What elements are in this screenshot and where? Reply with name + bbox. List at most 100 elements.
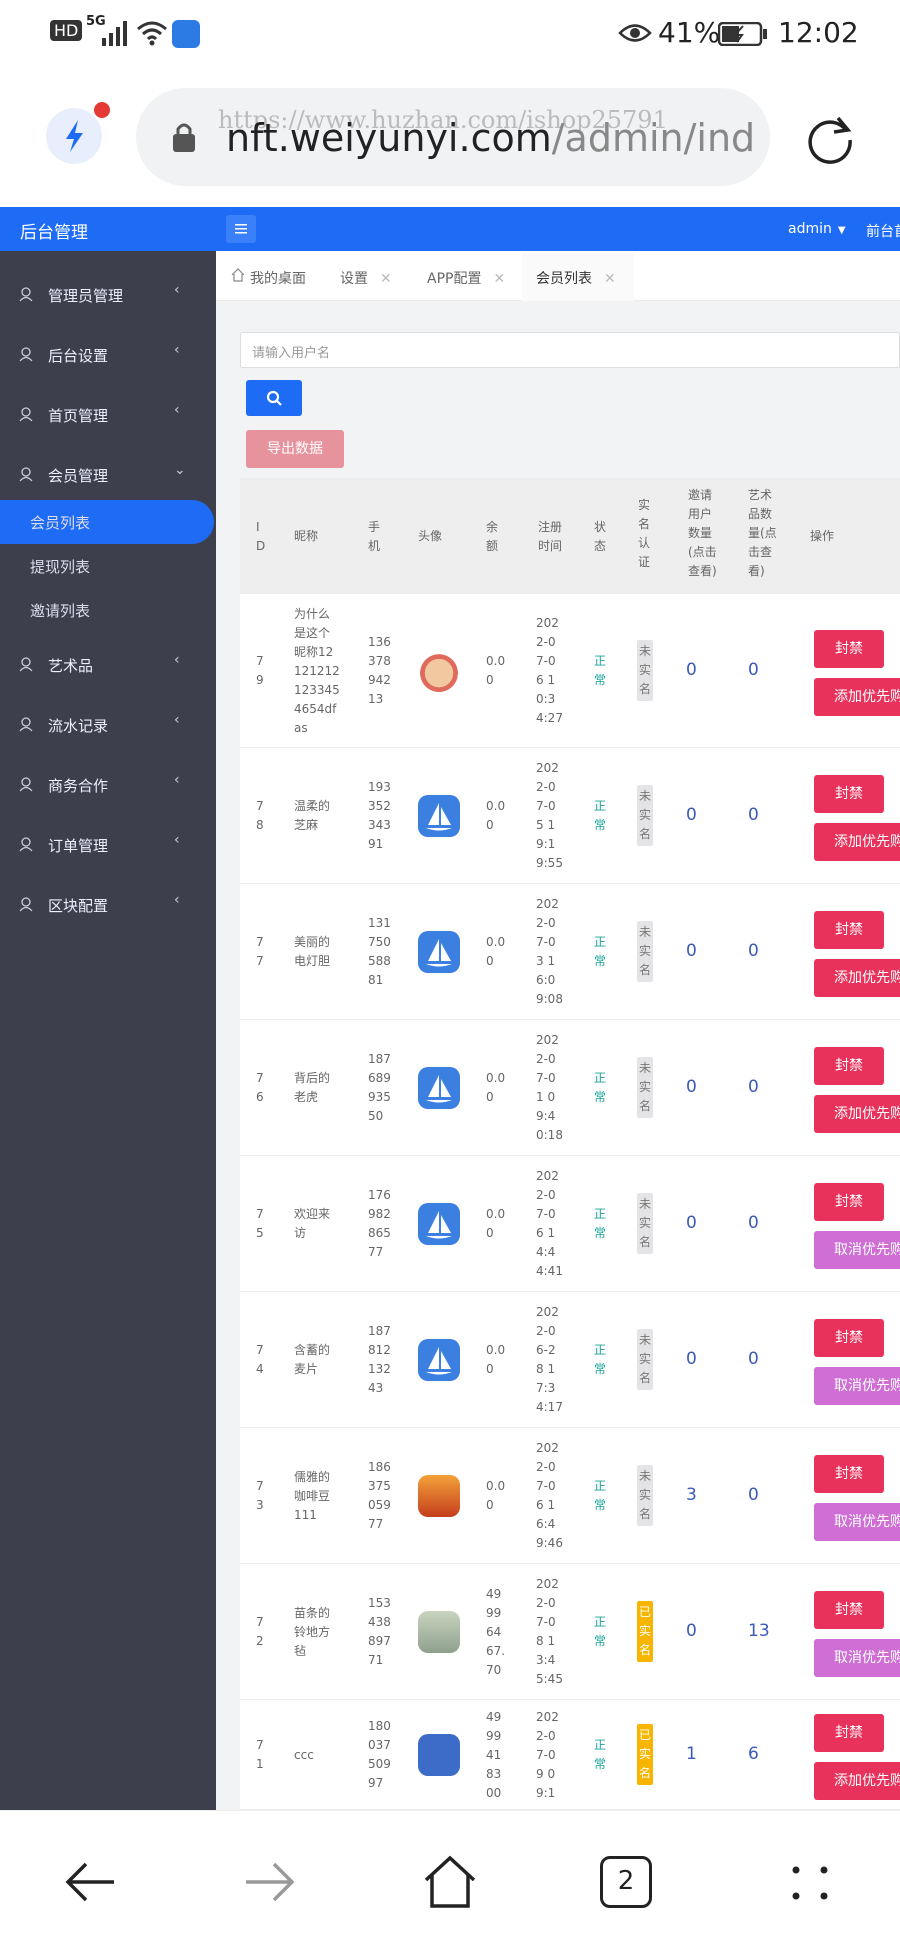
close-icon[interactable]: ✕ xyxy=(380,271,392,287)
cell-nickname: 儒雅的 咖啡豆 111 xyxy=(294,1469,331,1522)
ban-button[interactable]: 封禁 xyxy=(814,911,884,949)
invite-count[interactable]: 0 xyxy=(686,1349,697,1369)
sidebar-item-flow-records[interactable]: 流水记录 ‹ xyxy=(0,702,216,746)
add-priority-button[interactable]: 添加优先购 xyxy=(814,1762,900,1800)
cell-nickname: 温柔的 芝麻 xyxy=(294,799,331,832)
sidebar-item-backend-settings[interactable]: 后台设置 ‹ xyxy=(0,332,216,376)
sail-logo-icon xyxy=(426,1075,452,1103)
user-icon xyxy=(19,287,33,302)
order-icon xyxy=(19,837,33,852)
url-text[interactable]: nft.weiyunyi.com/admin/inde xyxy=(226,116,754,160)
verify-badge: 已 实 名 xyxy=(637,1601,653,1662)
tab-app-config[interactable]: APP配置 ✕ xyxy=(427,268,505,288)
invite-count[interactable]: 3 xyxy=(686,1485,697,1505)
home-nav-icon[interactable] xyxy=(420,1852,480,1912)
cell-reg-time: 202 2-0 7-0 3 1 6:0 9:08 xyxy=(536,897,563,1006)
art-count[interactable]: 0 xyxy=(748,1485,759,1505)
sidebar-item-admin-mgmt[interactable]: 管理员管理 ‹ xyxy=(0,272,216,316)
ban-button[interactable]: 封禁 xyxy=(814,1455,884,1493)
sidebar-subitem-withdraw-list[interactable]: 提现列表 xyxy=(0,544,216,588)
flash-icon[interactable] xyxy=(46,108,102,164)
art-count[interactable]: 0 xyxy=(748,1213,759,1233)
username-search-input[interactable] xyxy=(240,332,900,368)
th-actions: 操作 xyxy=(810,529,835,543)
chevron-icon: ‹ xyxy=(174,712,180,728)
verify-badge: 未 实 名 xyxy=(637,640,653,701)
verify-badge: 未 实 名 xyxy=(637,785,653,846)
art-count[interactable]: 0 xyxy=(748,941,759,961)
forward-icon[interactable] xyxy=(240,1852,300,1912)
cancel-priority-button[interactable]: 取消优先购 xyxy=(814,1503,900,1541)
ban-button[interactable]: 封禁 xyxy=(814,1714,884,1752)
ban-button[interactable]: 封禁 xyxy=(814,1183,884,1221)
front-link[interactable]: 前台首页 xyxy=(866,221,900,241)
hd-badge: HD xyxy=(50,20,83,41)
th-arts[interactable]: 艺术 品数 量(点 击查 看) xyxy=(748,486,777,581)
invite-count[interactable]: 0 xyxy=(686,1621,697,1641)
tab-desktop[interactable]: 我的桌面 xyxy=(250,268,306,288)
sidebar-subitem-member-list[interactable]: 会员列表 xyxy=(0,500,214,544)
status-normal: 正 常 xyxy=(594,1071,607,1104)
cell-reg-time: 202 2-0 7-0 8 1 3:4 5:45 xyxy=(536,1577,563,1686)
menu-toggle-button[interactable] xyxy=(226,215,256,243)
sail-logo-icon xyxy=(426,1211,452,1239)
tab-settings[interactable]: 设置 ✕ xyxy=(340,268,392,288)
ban-button[interactable]: 封禁 xyxy=(814,1047,884,1085)
cell-nickname: ccc xyxy=(294,1747,314,1762)
close-icon[interactable]: ✕ xyxy=(604,271,616,287)
add-priority-button[interactable]: 添加优先购 xyxy=(814,959,900,997)
ban-button[interactable]: 封禁 xyxy=(814,775,884,813)
user-menu[interactable]: admin ▼ xyxy=(788,221,846,237)
sidebar-item-orders[interactable]: 订单管理 ‹ xyxy=(0,822,216,866)
sidebar-item-artworks[interactable]: 艺术品 ‹ xyxy=(0,642,216,686)
add-priority-button[interactable]: 添加优先购 xyxy=(814,823,900,861)
sidebar-item-member-mgmt[interactable]: 会员管理 ⌄ xyxy=(0,452,216,496)
invite-count[interactable]: 0 xyxy=(686,805,697,825)
art-count[interactable]: 0 xyxy=(748,660,759,680)
verify-badge: 未 实 名 xyxy=(637,1329,653,1390)
more-menu-icon[interactable] xyxy=(780,1852,840,1912)
tab-label: 设置 xyxy=(340,271,368,287)
cancel-priority-button[interactable]: 取消优先购 xyxy=(814,1367,900,1405)
invite-count[interactable]: 0 xyxy=(686,941,697,961)
ban-button[interactable]: 封禁 xyxy=(814,1591,884,1629)
sidebar-item-home-mgmt[interactable]: 首页管理 ‹ xyxy=(0,392,216,436)
avatar xyxy=(418,1611,460,1653)
cancel-priority-button[interactable]: 取消优先购 xyxy=(814,1231,900,1269)
add-priority-button[interactable]: 添加优先购 xyxy=(814,678,900,716)
art-count[interactable]: 0 xyxy=(748,1349,759,1369)
cell-phone: 153 438 897 71 xyxy=(368,1596,391,1667)
cancel-priority-button[interactable]: 取消优先购 xyxy=(814,1639,900,1677)
status-normal: 正 常 xyxy=(594,1738,607,1771)
sidebar-subitem-invite-list[interactable]: 邀请列表 xyxy=(0,588,216,632)
sidebar-item-block-config[interactable]: 区块配置 ‹ xyxy=(0,882,216,926)
tab-label: 我的桌面 xyxy=(250,271,306,287)
reload-icon[interactable] xyxy=(804,112,856,164)
th-invites[interactable]: 邀请 用户 数量 (点击 查看) xyxy=(688,486,717,581)
art-count[interactable]: 6 xyxy=(748,1744,759,1764)
sidebar-item-business[interactable]: 商务合作 ‹ xyxy=(0,762,216,806)
notification-dot xyxy=(94,102,110,118)
invite-count[interactable]: 0 xyxy=(686,660,697,680)
sidebar-item-label: 订单管理 xyxy=(48,837,109,855)
tab-switcher-button[interactable]: 2 xyxy=(600,1856,652,1908)
ban-button[interactable]: 封禁 xyxy=(814,630,884,668)
ban-button[interactable]: 封禁 xyxy=(814,1319,884,1357)
back-icon[interactable] xyxy=(60,1852,120,1912)
art-count[interactable]: 0 xyxy=(748,1077,759,1097)
invite-count[interactable]: 1 xyxy=(686,1744,697,1764)
invite-count[interactable]: 0 xyxy=(686,1077,697,1097)
export-data-button[interactable]: 导出数据 xyxy=(246,430,344,468)
search-button[interactable] xyxy=(246,380,302,416)
th-avatar: 头像 xyxy=(418,529,443,543)
art-count[interactable]: 0 xyxy=(748,805,759,825)
admin-header xyxy=(0,207,900,251)
close-icon[interactable]: ✕ xyxy=(493,271,505,287)
add-priority-button[interactable]: 添加优先购 xyxy=(814,1095,900,1133)
cell-nickname: 为什么 是这个 昵称12 121212 123345 4654df as xyxy=(294,606,340,735)
art-count[interactable]: 13 xyxy=(748,1621,770,1641)
tab-member-list[interactable]: 会员列表 ✕ xyxy=(536,268,616,288)
cell-balance: 49 99 64 67. 70 xyxy=(486,1586,506,1677)
invite-count[interactable]: 0 xyxy=(686,1213,697,1233)
status-bar: HD 5G 41% 12:02 xyxy=(0,0,900,70)
